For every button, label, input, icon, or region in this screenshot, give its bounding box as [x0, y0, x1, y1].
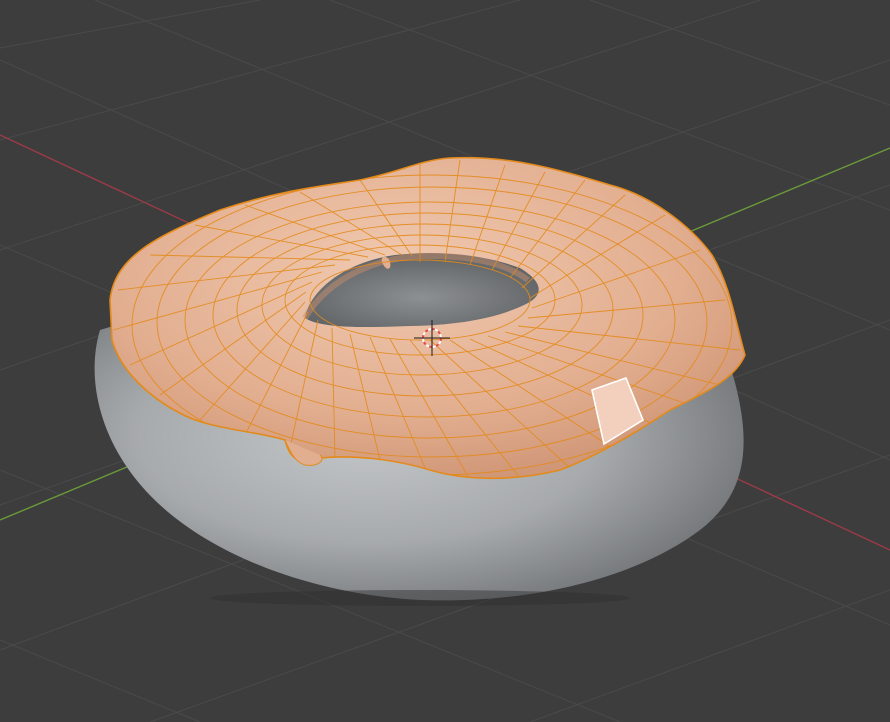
3d-viewport[interactable]: [0, 0, 890, 722]
